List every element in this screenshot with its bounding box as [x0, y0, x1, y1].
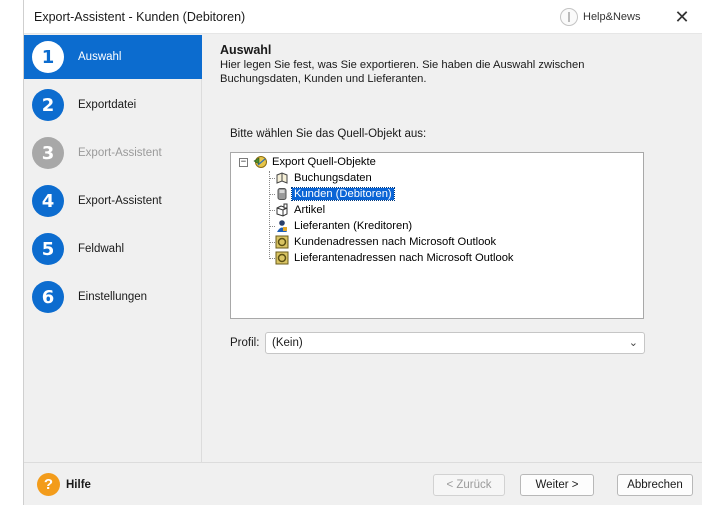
export-wizard-window: Export-Assistent - Kunden (Debitoren) He…: [23, 0, 702, 505]
tree-collapse-toggle[interactable]: −: [239, 158, 248, 167]
step-number-badge: 6: [32, 281, 64, 313]
step-number-badge: 5: [32, 233, 64, 265]
tree-item-label: Buchungsdaten: [294, 172, 372, 184]
tree-item-label: Kundenadressen nach Microsoft Outlook: [294, 236, 497, 248]
page-title: Auswahl: [220, 43, 272, 57]
tree-item-label: Lieferantenadressen nach Microsoft Outlo…: [294, 252, 514, 264]
help-question-icon: ?: [37, 473, 60, 496]
title-bar: Export-Assistent - Kunden (Debitoren) He…: [24, 0, 702, 34]
help-button[interactable]: ? Hilfe: [37, 473, 91, 496]
cancel-button[interactable]: Abbrechen: [617, 474, 693, 496]
tree-connector: [269, 171, 270, 259]
help-news-label: Help&News: [583, 11, 641, 23]
help-news-button[interactable]: Help&News: [560, 7, 640, 27]
tree-root-label: Export Quell-Objekte: [272, 156, 376, 168]
wizard-steps-panel: 1 Auswahl 2 Exportdatei 3 Export-Assiste…: [24, 35, 202, 462]
step-label: Export-Assistent: [78, 147, 162, 159]
customer-icon: [277, 188, 287, 200]
help-news-icon: [560, 8, 578, 26]
tree-root-node[interactable]: Export Quell-Objekte: [253, 154, 378, 170]
outlook-icon: [275, 235, 289, 249]
profil-label: Profil:: [230, 337, 260, 349]
book-icon: [276, 172, 288, 184]
step-label: Einstellungen: [78, 291, 148, 303]
tree-item-kundenadressen-outlook[interactable]: Kundenadressen nach Microsoft Outlook: [275, 234, 498, 250]
step-feldwahl[interactable]: 5 Feldwahl: [24, 227, 202, 271]
step-number-badge: 2: [32, 89, 64, 121]
step-label: Export-Assistent: [78, 195, 162, 207]
step-label: Exportdatei: [78, 99, 137, 111]
footer-bar: ? Hilfe < Zurück Weiter > Abbrechen: [24, 462, 702, 505]
source-object-tree[interactable]: − Export Quell-Objekte Buchungsdaten Kun…: [230, 152, 644, 319]
tree-item-lieferantenadressen-outlook[interactable]: Lieferantenadressen nach Microsoft Outlo…: [275, 250, 516, 266]
back-button: < Zurück: [433, 474, 505, 496]
step-number-badge: 3: [32, 137, 64, 169]
step-export-assistent-disabled: 3 Export-Assistent: [24, 131, 202, 175]
profil-selected-value: (Kein): [272, 337, 303, 349]
main-content: Auswahl Hier legen Sie fest, was Sie exp…: [203, 35, 702, 462]
tree-item-label: Kunden (Debitoren): [291, 187, 395, 201]
step-label: Auswahl: [78, 51, 122, 63]
step-einstellungen[interactable]: 6 Einstellungen: [24, 275, 202, 319]
tree-item-label: Artikel: [294, 204, 326, 216]
close-button[interactable]: ✕: [671, 6, 693, 28]
step-auswahl[interactable]: 1 Auswahl: [24, 35, 202, 79]
tree-item-label: Lieferanten (Kreditoren): [294, 220, 413, 232]
help-label: Hilfe: [66, 478, 91, 491]
profil-dropdown[interactable]: (Kein) ⌄: [265, 332, 645, 354]
next-button[interactable]: Weiter >: [520, 474, 594, 496]
step-number-badge: 1: [32, 41, 64, 73]
window-title: Export-Assistent - Kunden (Debitoren): [34, 10, 246, 24]
tree-item-buchungsdaten[interactable]: Buchungsdaten: [275, 170, 374, 186]
step-export-assistent[interactable]: 4 Export-Assistent: [24, 179, 202, 223]
supplier-icon: [277, 220, 287, 232]
chevron-down-icon: ⌄: [628, 336, 638, 349]
step-number-badge: 4: [32, 185, 64, 217]
tree-item-artikel[interactable]: Artikel: [275, 202, 327, 218]
tree-item-kunden[interactable]: Kunden (Debitoren): [275, 186, 395, 202]
page-description: Hier legen Sie fest, was Sie exportieren…: [220, 59, 585, 85]
export-objects-icon: [253, 156, 267, 168]
article-icon: [276, 203, 288, 217]
step-label: Feldwahl: [78, 243, 125, 255]
tree-prompt: Bitte wählen Sie das Quell-Objekt aus:: [230, 128, 427, 140]
step-exportdatei[interactable]: 2 Exportdatei: [24, 83, 202, 127]
tree-item-lieferanten[interactable]: Lieferanten (Kreditoren): [275, 218, 414, 234]
outlook-icon: [275, 251, 289, 265]
